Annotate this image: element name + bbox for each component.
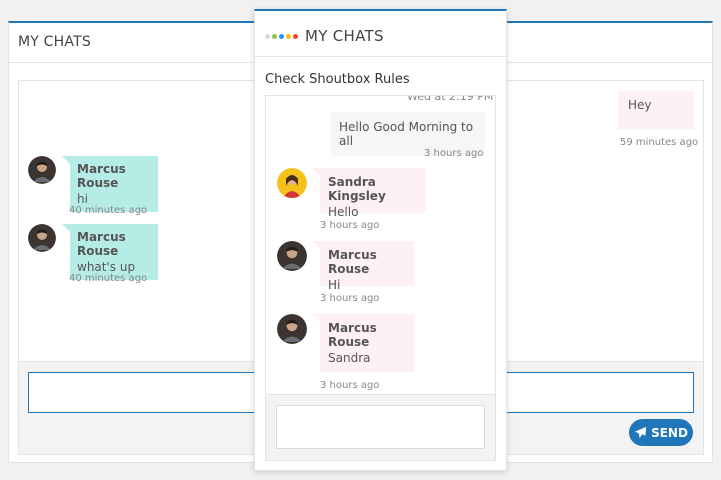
avatar — [277, 314, 307, 344]
message-time: 3 hours ago — [320, 293, 380, 304]
own-message-bubble: Hey — [618, 91, 694, 129]
sender-name: Sandra Kingsley — [328, 175, 386, 203]
widget-title: MY CHATS — [305, 27, 384, 45]
chat-messages-area[interactable]: Wed at 2:19 PM Hello Good Morning to all… — [265, 95, 496, 395]
avatar — [28, 224, 56, 252]
widget-header: MY CHATS — [255, 11, 506, 57]
message-text: Hey — [628, 98, 652, 112]
message-bubble: Marcus Rouse Hi — [312, 241, 414, 292]
sender-name: Marcus Rouse — [328, 248, 377, 276]
message-text: Hi — [328, 278, 341, 292]
message-time: 40 minutes ago — [69, 205, 148, 216]
message-time: 40 minutes ago — [69, 273, 148, 284]
message-text: Hello Good Morning to all — [339, 120, 474, 148]
message-time: 59 minutes ago — [620, 137, 699, 148]
message-bubble: Marcus Rouse hi — [62, 156, 158, 212]
message-text: Hello — [328, 205, 359, 219]
message-text: hi — [77, 192, 88, 206]
avatar — [28, 156, 56, 184]
avatar — [277, 241, 307, 271]
sender-name: Marcus Rouse — [77, 162, 126, 190]
message-time: 3 hours ago — [320, 220, 380, 231]
composer-area — [265, 395, 496, 461]
foreground-chat-widget: MY CHATS Check Shoutbox Rules Wed at 2:1… — [254, 9, 507, 471]
shoutbox-rules-link[interactable]: Check Shoutbox Rules — [265, 72, 410, 87]
send-label: SEND — [651, 425, 688, 440]
message-input[interactable] — [276, 405, 485, 449]
paper-plane-icon — [634, 426, 647, 439]
message-bubble: Marcus Rouse Sandra — [312, 314, 414, 372]
avatar — [277, 168, 307, 198]
message-time: 3 hours ago — [424, 148, 484, 159]
message-text: Sandra — [328, 351, 371, 365]
send-button[interactable]: SEND — [629, 419, 693, 446]
widget-title: MY CHATS — [18, 34, 91, 50]
message-time: Wed at 2:19 PM — [407, 95, 494, 103]
message-bubble: Sandra Kingsley Hello — [312, 168, 426, 219]
sender-name: Marcus Rouse — [77, 230, 126, 258]
colored-dots-icon — [265, 34, 298, 39]
message-text: what's up — [77, 260, 136, 274]
sender-name: Marcus Rouse — [328, 321, 377, 349]
message-time: 3 hours ago — [320, 380, 380, 391]
message-bubble: Marcus Rouse what's up — [62, 224, 158, 280]
